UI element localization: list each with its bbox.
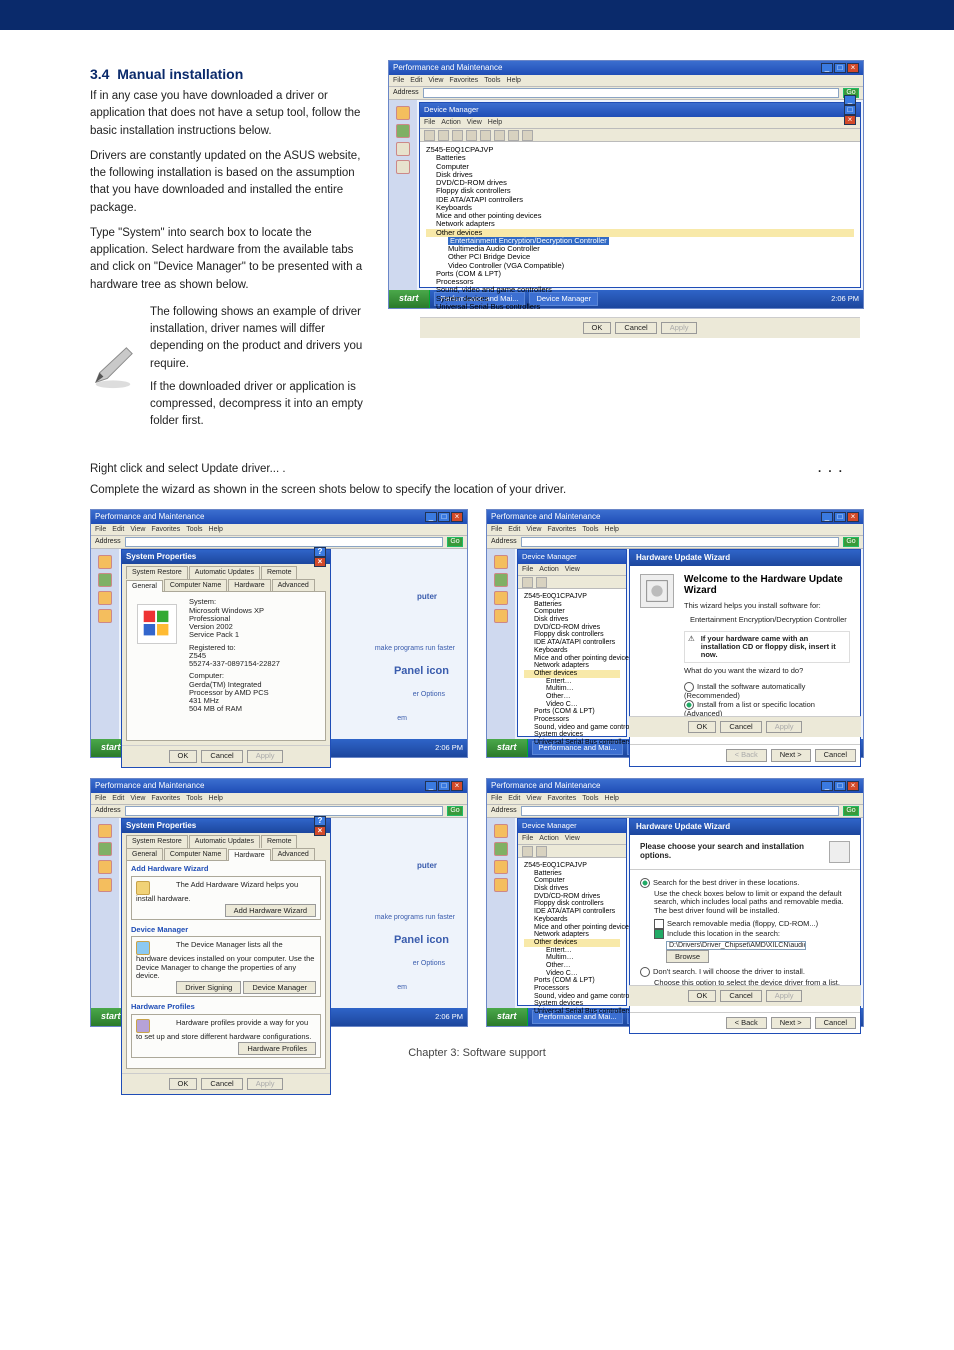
device-manager-icon xyxy=(136,941,150,955)
wiz2-cancel[interactable]: Cancel xyxy=(815,1017,856,1029)
wizard-title: Hardware Update Wizard xyxy=(630,550,860,566)
para-1: If in any case you have downloaded a dri… xyxy=(90,88,370,140)
wiz2-back[interactable]: < Back xyxy=(726,1017,767,1029)
browse-button[interactable]: Browse xyxy=(666,950,709,963)
hardware-profiles-button[interactable]: Hardware Profiles xyxy=(238,1042,316,1055)
check-removable[interactable]: Search removable media (floppy, CD-ROM..… xyxy=(654,919,850,929)
wizard2-heading: Please choose your search and installati… xyxy=(640,843,829,861)
check-include-location[interactable]: Include this location in the search: xyxy=(654,929,850,939)
sp-tabs-row1[interactable]: System RestoreAutomatic UpdatesRemote xyxy=(122,564,330,579)
dm-toolbar[interactable] xyxy=(420,128,860,142)
dm-min[interactable]: _ xyxy=(844,95,856,105)
sp-title: System Properties xyxy=(126,553,196,562)
wizard-small-icon xyxy=(829,841,850,863)
hardware-profiles-icon xyxy=(136,1019,150,1033)
section-title: Manual installation xyxy=(117,66,243,82)
doc-header-bar xyxy=(0,0,954,30)
maximize-button[interactable]: □ xyxy=(834,63,846,73)
help-button[interactable]: ? xyxy=(314,547,326,557)
add-hardware-wizard-button[interactable]: Add Hardware Wizard xyxy=(225,904,316,917)
para-2: Drivers are constantly updated on the AS… xyxy=(90,148,370,217)
screenshot-wizard-welcome: Performance and Maintenance_□× FileEditV… xyxy=(486,509,864,758)
wizard-heading: Welcome to the Hardware Update Wizard xyxy=(684,574,850,596)
screenshot-sysprops-general: Performance and Maintenance _□× FileEdit… xyxy=(90,509,468,758)
section-number: 3.4 xyxy=(90,66,109,82)
menu-bar[interactable]: FileEditView FavoritesToolsHelp xyxy=(389,75,863,86)
window-title: Performance and Maintenance xyxy=(393,64,502,73)
para-4: Right click and select Update driver... … xyxy=(90,463,286,475)
radio-auto[interactable]: Install the software automatically (Reco… xyxy=(684,682,850,700)
dm-close[interactable]: × xyxy=(844,115,856,125)
radio-dont-search[interactable]: Don't search. I will choose the driver t… xyxy=(640,967,850,977)
sp-apply: Apply xyxy=(247,750,284,762)
tab-general: General xyxy=(126,580,163,593)
device-manager-button[interactable]: Device Manager xyxy=(243,981,316,994)
radio-search-best[interactable]: Search for the best driver in these loca… xyxy=(640,878,850,888)
hardware-wizard-icon xyxy=(136,881,150,895)
note-text-b: If the downloaded driver or application … xyxy=(150,379,370,431)
sp-ok[interactable]: OK xyxy=(169,750,198,762)
dm-menu[interactable]: FileActionViewHelp xyxy=(420,117,860,128)
wiz-next[interactable]: Next > xyxy=(771,749,811,761)
wiz2-next[interactable]: Next > xyxy=(771,1017,811,1029)
ahw-heading: Add Hardware Wizard xyxy=(131,865,321,873)
wizard-icon xyxy=(640,574,674,608)
side-panel xyxy=(389,100,417,290)
hp-heading: Hardware Profiles xyxy=(131,1003,321,1011)
dm-max[interactable]: □ xyxy=(844,105,856,115)
device-tree[interactable]: Z545-E0Q1CPAJVP Batteries Computer Disk … xyxy=(420,142,860,317)
sp-tabs-row2[interactable]: GeneralComputer NameHardwareAdvanced xyxy=(122,579,330,592)
screenshot-device-manager: Performance and Maintenance _ □ × FileEd… xyxy=(388,60,864,309)
apply-button: Apply xyxy=(661,322,698,334)
ellipsis: . . . xyxy=(818,461,864,478)
driver-signing-button[interactable]: Driver Signing xyxy=(176,981,241,994)
wiz-cancel[interactable]: Cancel xyxy=(815,749,856,761)
cancel-button[interactable]: Cancel xyxy=(615,322,656,334)
driver-path-input[interactable]: D:\Drivers\Driver_Chipset\AMD\XILCN\audi… xyxy=(666,941,806,951)
note-icon xyxy=(90,344,136,390)
close-button[interactable]: × xyxy=(847,63,859,73)
dm-title: Device Manager xyxy=(424,106,479,114)
sp-close[interactable]: × xyxy=(314,557,326,567)
cd-warning-icon: ⚠ xyxy=(688,635,695,660)
screenshot-sysprops-hardware: Performance and Maintenance_□× FileEditV… xyxy=(90,778,468,1027)
windows-logo-icon xyxy=(137,604,177,644)
para-3: Type "System" into search box to locate … xyxy=(90,225,370,294)
minimize-button[interactable]: _ xyxy=(821,63,833,73)
para-5: Complete the wizard as shown in the scre… xyxy=(90,482,864,499)
sp-cancel[interactable]: Cancel xyxy=(201,750,242,762)
tab-hardware: Hardware xyxy=(228,849,270,862)
screenshot-wizard-search: Performance and Maintenance_□× FileEditV… xyxy=(486,778,864,1027)
address-field[interactable] xyxy=(423,88,839,98)
wiz-back: < Back xyxy=(726,749,767,761)
dm-heading: Device Manager xyxy=(131,926,321,934)
note-text-a: The following shows an example of driver… xyxy=(150,304,370,373)
address-label: Address xyxy=(393,89,419,97)
ok-button[interactable]: OK xyxy=(583,322,612,334)
